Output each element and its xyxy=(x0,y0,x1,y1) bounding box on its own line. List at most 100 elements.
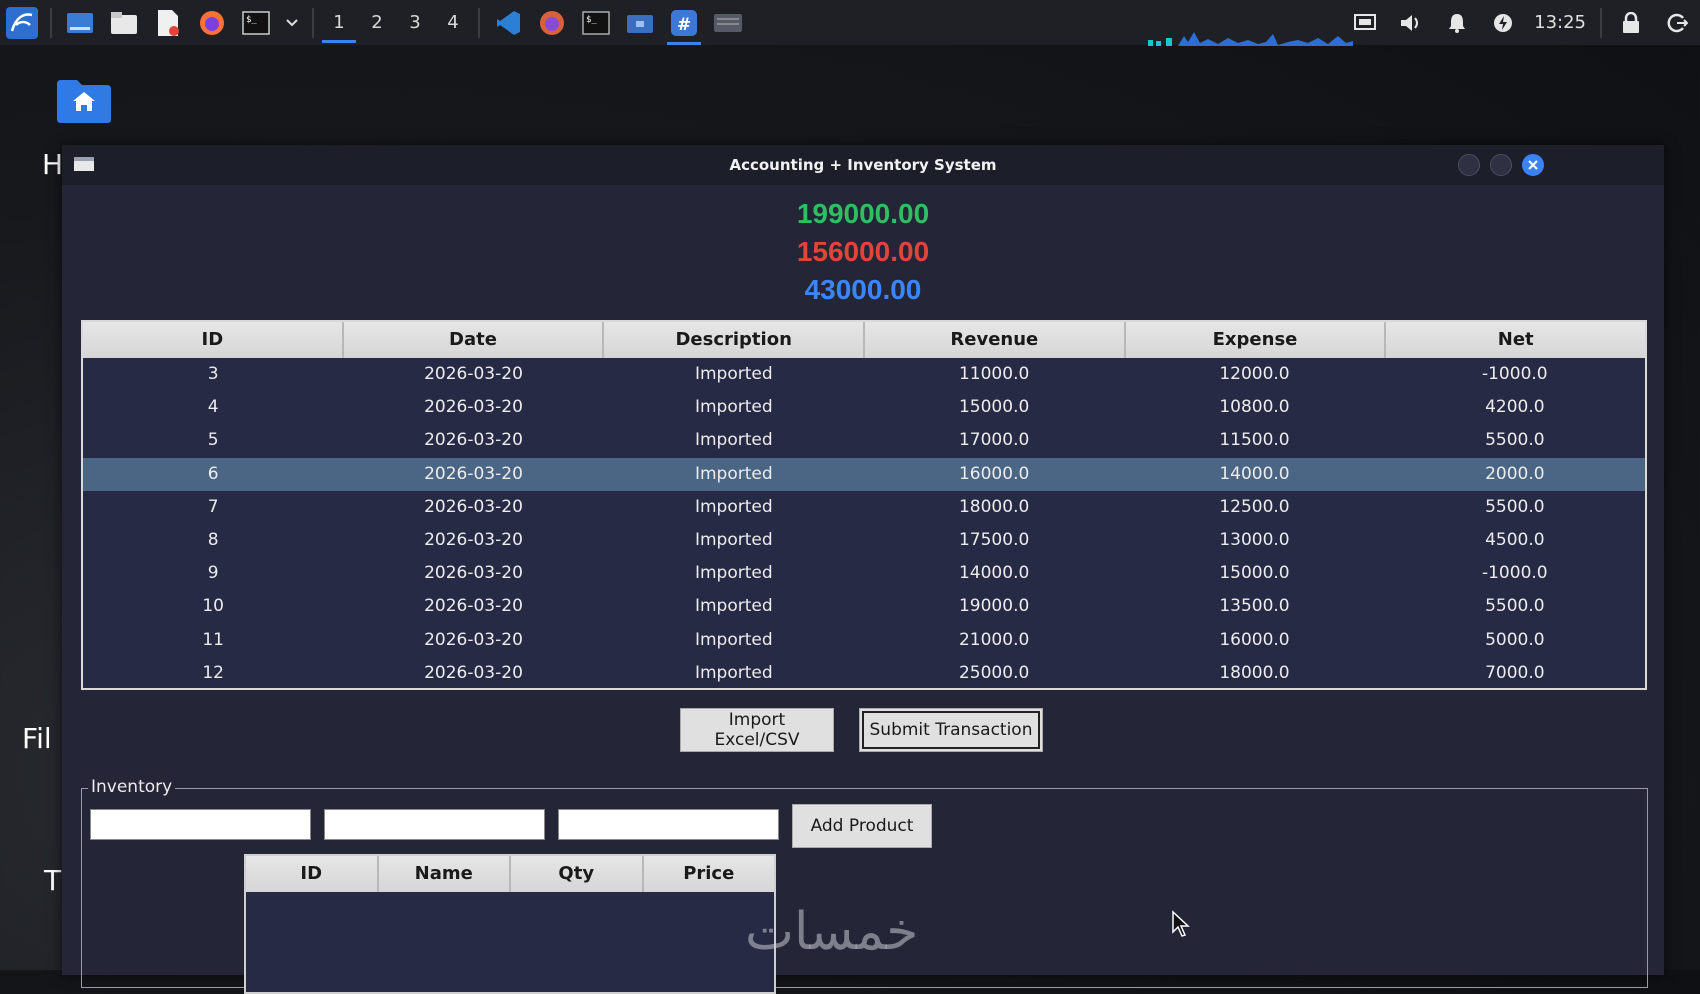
table-cell: 15000.0 xyxy=(958,397,1030,418)
table-cell: 2026-03-20 xyxy=(424,629,523,650)
table-cell: 18000.0 xyxy=(958,496,1030,517)
inventory-table-header: ID Name Qty Price xyxy=(246,856,774,892)
firefox-window-icon[interactable] xyxy=(535,6,569,40)
lock-icon[interactable] xyxy=(1614,6,1648,40)
table-row[interactable]: 6 2026-03-20 Imported 16000.0 14000.0 2000.0 xyxy=(83,457,1645,491)
file-manager-window-icon[interactable] xyxy=(623,6,657,40)
table-cell: 16000.0 xyxy=(958,463,1030,484)
transactions-table[interactable]: ID Date Description Revenue Expense Net 3 2026… xyxy=(81,320,1647,690)
terminal-icon[interactable]: $_ xyxy=(239,6,273,40)
table-cell: Imported xyxy=(694,529,773,550)
maximize-button[interactable] xyxy=(1490,154,1512,176)
clock[interactable]: 13:25 xyxy=(1534,12,1586,33)
vscode-icon[interactable] xyxy=(491,6,525,40)
table-cell: 14000.0 xyxy=(1219,463,1290,484)
display-icon[interactable] xyxy=(1348,6,1382,40)
inventory-column-header[interactable]: Qty xyxy=(511,856,644,892)
table-cell: 12 xyxy=(202,662,224,683)
app-window-icon[interactable]: # xyxy=(667,6,701,45)
add-product-button[interactable]: Add Product xyxy=(792,804,932,848)
table-row[interactable]: 7 2026-03-20 Imported 18000.0 12500.0 5500.0 xyxy=(83,491,1645,524)
table-cell: Imported xyxy=(694,364,773,384)
table-cell: 7 xyxy=(207,496,219,517)
table-row[interactable]: 4 2026-03-20 Imported 15000.0 10800.0 4200.0 xyxy=(83,391,1645,424)
file-manager-icon[interactable] xyxy=(107,6,141,40)
inventory-column-header[interactable]: Price xyxy=(643,856,774,892)
window-menu-icon[interactable] xyxy=(74,157,94,171)
keyboard-icon[interactable] xyxy=(711,6,745,40)
table-cell: 3 xyxy=(207,364,219,384)
minimize-button[interactable] xyxy=(1458,154,1480,176)
submit-transaction-button[interactable]: Submit Transaction xyxy=(859,708,1043,752)
power-manager-icon[interactable] xyxy=(1486,6,1520,40)
show-desktop-icon[interactable] xyxy=(63,6,97,40)
workspace-3[interactable]: 3 xyxy=(396,0,434,45)
table-cell: Imported xyxy=(694,463,773,484)
table-cell: 11500.0 xyxy=(1219,430,1290,451)
table-row[interactable]: 3 2026-03-20 Imported 11000.0 12000.0 -1000.0 xyxy=(83,358,1645,391)
workspace-4[interactable]: 4 xyxy=(434,0,472,45)
inventory-column-header[interactable]: Name xyxy=(378,856,511,892)
table-cell: 2026-03-20 xyxy=(424,596,523,617)
table-row[interactable]: 8 2026-03-20 Imported 17500.0 13000.0 4500.0 xyxy=(83,524,1645,557)
table-cell: 14000.0 xyxy=(958,563,1030,584)
column-header[interactable]: Description xyxy=(604,322,866,358)
table-cell: 7000.0 xyxy=(1485,662,1545,683)
bell-icon[interactable] xyxy=(1440,6,1474,40)
svg-text:#: # xyxy=(677,15,691,35)
volume-icon[interactable] xyxy=(1394,6,1428,40)
kali-menu-icon[interactable] xyxy=(5,6,39,40)
home-folder-icon[interactable] xyxy=(55,78,113,124)
tray-separator xyxy=(1600,7,1602,38)
column-header[interactable]: Expense xyxy=(1125,322,1387,358)
table-cell: 15000.0 xyxy=(1219,563,1290,584)
table-cell: 4 xyxy=(207,397,219,418)
workspace-1[interactable]: 1 xyxy=(320,0,358,45)
product-name-input[interactable] xyxy=(90,809,311,840)
table-cell: 12000.0 xyxy=(1219,364,1290,384)
inventory-legend: Inventory xyxy=(88,777,176,797)
product-price-input[interactable] xyxy=(558,809,779,840)
window-titlebar[interactable]: Accounting + Inventory System xyxy=(62,145,1664,185)
inventory-table[interactable]: ID Name Qty Price xyxy=(244,854,776,994)
table-row[interactable]: 12 2026-03-20 Imported 25000.0 18000.0 7000.0 xyxy=(83,657,1645,688)
firefox-icon[interactable] xyxy=(195,6,229,40)
table-cell: 5500.0 xyxy=(1485,596,1545,617)
inventory-column-header[interactable]: ID xyxy=(246,856,379,892)
table-cell: 2026-03-20 xyxy=(424,529,523,550)
workspace-2[interactable]: 2 xyxy=(358,0,396,45)
table-cell: 18000.0 xyxy=(1219,662,1290,683)
totals-panel: 199000.00 156000.00 43000.00 xyxy=(62,195,1664,309)
product-qty-input[interactable] xyxy=(324,809,545,840)
table-cell: 4500.0 xyxy=(1485,529,1545,550)
terminal-window-icon[interactable]: $_ xyxy=(579,6,613,40)
close-button[interactable] xyxy=(1522,154,1544,176)
import-button[interactable]: Import Excel/CSV xyxy=(680,708,834,752)
table-cell: Imported xyxy=(694,662,773,683)
table-cell: 10 xyxy=(202,596,224,617)
table-cell: 2000.0 xyxy=(1485,463,1545,484)
table-cell: 9 xyxy=(207,563,219,584)
total-net: 43000.00 xyxy=(804,274,922,305)
chevron-down-icon[interactable] xyxy=(283,6,301,40)
logout-icon[interactable] xyxy=(1660,6,1694,40)
desktop-label-trash[interactable]: T xyxy=(44,864,61,897)
column-header[interactable]: Revenue xyxy=(865,322,1126,358)
system-tray: 13:25 xyxy=(1342,0,1700,45)
table-row[interactable]: 10 2026-03-20 Imported 19000.0 13500.0 5500.0 xyxy=(83,590,1645,623)
table-cell: 25000.0 xyxy=(958,662,1030,683)
desktop-label-home[interactable]: H xyxy=(42,148,63,181)
column-header[interactable]: Net xyxy=(1386,322,1645,358)
text-editor-icon[interactable] xyxy=(151,6,185,40)
column-header[interactable]: ID xyxy=(83,322,344,358)
mouse-cursor-icon xyxy=(1172,910,1190,937)
total-expense: 156000.00 xyxy=(796,236,930,267)
table-row[interactable]: 5 2026-03-20 Imported 17000.0 11500.0 5500.0 xyxy=(83,424,1645,457)
table-cell: 21000.0 xyxy=(958,629,1030,650)
column-header[interactable]: Date xyxy=(343,322,605,358)
desktop-label-filesystem[interactable]: Fil xyxy=(22,722,52,755)
table-row[interactable]: 9 2026-03-20 Imported 14000.0 15000.0 -1000.0 xyxy=(83,557,1645,590)
table-cell: 16000.0 xyxy=(1219,629,1290,650)
table-row[interactable]: 11 2026-03-20 Imported 21000.0 16000.0 5000.0 xyxy=(83,624,1645,657)
table-cell: 5500.0 xyxy=(1485,496,1545,517)
